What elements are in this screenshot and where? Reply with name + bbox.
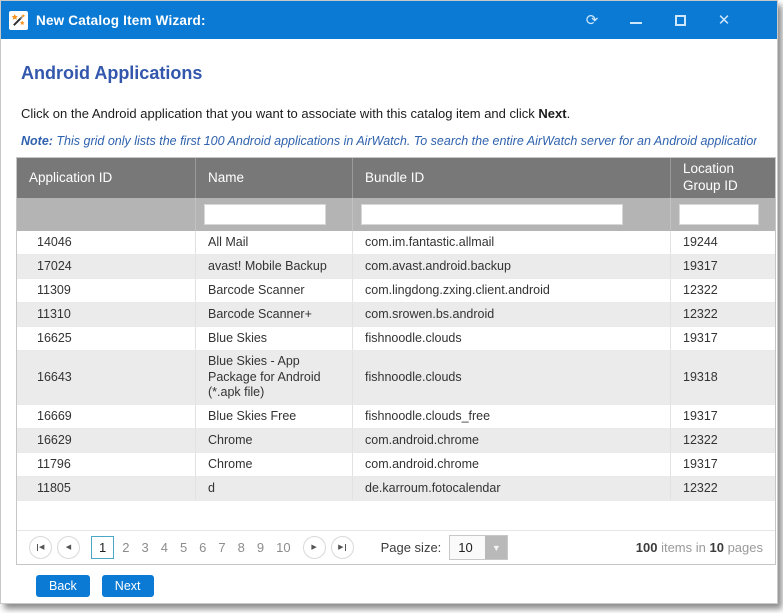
cell-application-id: 11805	[17, 477, 195, 500]
note-text: Note: This grid only lists the first 100…	[21, 134, 757, 148]
next-page-button[interactable]: ▶	[303, 536, 326, 559]
page-number-2[interactable]: 2	[116, 537, 135, 558]
page-size-dropdown[interactable]: 10 ▼	[449, 535, 508, 560]
grid-empty-space	[17, 501, 775, 530]
name-filter-input[interactable]	[204, 204, 326, 225]
refresh-icon[interactable]: ⟳	[583, 11, 601, 29]
grid-filter-row	[17, 198, 775, 231]
column-header-location-group-id[interactable]: Location Group ID	[670, 158, 775, 198]
cell-name: Chrome	[195, 429, 352, 452]
cell-location-group-id: 19317	[670, 327, 775, 350]
previous-page-button[interactable]: ◀	[57, 536, 80, 559]
cell-bundle-id: fishnoodle.clouds_free	[352, 405, 670, 428]
cell-application-id: 16643	[17, 351, 195, 404]
cell-name: All Mail	[195, 231, 352, 254]
cell-application-id: 14046	[17, 231, 195, 254]
wizard-window: New Catalog Item Wizard: ⟳ ✕ Android App…	[0, 0, 778, 604]
cell-name: Blue Skies - App Package for Android (*.…	[195, 351, 352, 404]
cell-location-group-id: 19317	[670, 453, 775, 476]
column-header-name[interactable]: Name	[195, 158, 352, 198]
table-row[interactable]: 16625 Blue Skies fishnoodle.clouds 19317	[17, 327, 775, 351]
bundle-id-filter-input[interactable]	[361, 204, 623, 225]
pager-summary: 100 items in 10 pages	[636, 540, 763, 555]
cell-location-group-id: 12322	[670, 477, 775, 500]
location-group-id-filter-input[interactable]	[679, 204, 759, 225]
back-button[interactable]: Back	[36, 575, 90, 597]
cell-name: d	[195, 477, 352, 500]
table-row[interactable]: 11796 Chrome com.android.chrome 19317	[17, 453, 775, 477]
page-number-6[interactable]: 6	[193, 537, 212, 558]
table-row[interactable]: 11805 d de.karroum.fotocalendar 12322	[17, 477, 775, 501]
page-number-3[interactable]: 3	[135, 537, 154, 558]
close-icon[interactable]: ✕	[715, 11, 733, 29]
last-page-button[interactable]: ▶	[331, 536, 354, 559]
grid-header-row: Application ID Name Bundle ID Location G…	[17, 158, 775, 198]
cell-application-id: 16669	[17, 405, 195, 428]
cell-bundle-id: fishnoodle.clouds	[352, 351, 670, 404]
cell-name: Blue Skies Free	[195, 405, 352, 428]
chevron-down-icon[interactable]: ▼	[485, 536, 507, 559]
page-number-4[interactable]: 4	[155, 537, 174, 558]
table-row[interactable]: 16629 Chrome com.android.chrome 12322	[17, 429, 775, 453]
cell-bundle-id: com.srowen.bs.android	[352, 303, 670, 326]
table-row[interactable]: 16669 Blue Skies Free fishnoodle.clouds_…	[17, 405, 775, 429]
cell-application-id: 11796	[17, 453, 195, 476]
page-size-label: Page size:	[381, 540, 442, 555]
cell-location-group-id: 12322	[670, 429, 775, 452]
page-number-list: 1 2 3 4 5 6 7 8 9 10	[91, 536, 297, 559]
cell-application-id: 11310	[17, 303, 195, 326]
maximize-icon[interactable]	[671, 11, 689, 29]
cell-name: avast! Mobile Backup	[195, 255, 352, 278]
cell-name: Chrome	[195, 453, 352, 476]
page-number-1[interactable]: 1	[91, 536, 114, 559]
applications-grid: Application ID Name Bundle ID Location G…	[16, 157, 776, 565]
cell-bundle-id: fishnoodle.clouds	[352, 327, 670, 350]
column-header-bundle-id[interactable]: Bundle ID	[352, 158, 670, 198]
table-row[interactable]: 11309 Barcode Scanner com.lingdong.zxing…	[17, 279, 775, 303]
cell-bundle-id: com.avast.android.backup	[352, 255, 670, 278]
cell-location-group-id: 12322	[670, 279, 775, 302]
instruction-text: Click on the Android application that yo…	[21, 106, 757, 121]
filter-cell-application-id	[17, 198, 195, 231]
cell-application-id: 11309	[17, 279, 195, 302]
window-title: New Catalog Item Wizard:	[36, 13, 583, 28]
page-number-7[interactable]: 7	[212, 537, 231, 558]
grid-pager: ◀ ◀ 1 2 3 4 5 6 7 8 9 10 ▶ ▶ Page size:	[17, 530, 775, 564]
cell-bundle-id: com.android.chrome	[352, 453, 670, 476]
next-button[interactable]: Next	[102, 575, 154, 597]
cell-application-id: 17024	[17, 255, 195, 278]
page-number-8[interactable]: 8	[232, 537, 251, 558]
cell-location-group-id: 19318	[670, 351, 775, 404]
cell-name: Barcode Scanner	[195, 279, 352, 302]
cell-location-group-id: 19244	[670, 231, 775, 254]
instruction-next-keyword: Next	[538, 106, 566, 121]
cell-bundle-id: com.lingdong.zxing.client.android	[352, 279, 670, 302]
wizard-footer: Back Next	[36, 575, 762, 597]
cell-bundle-id: com.im.fantastic.allmail	[352, 231, 670, 254]
wizard-wand-icon	[9, 11, 28, 30]
table-row[interactable]: 11310 Barcode Scanner+ com.srowen.bs.and…	[17, 303, 775, 327]
cell-location-group-id: 19317	[670, 255, 775, 278]
table-row[interactable]: 14046 All Mail com.im.fantastic.allmail …	[17, 231, 775, 255]
table-row[interactable]: 16643 Blue Skies - App Package for Andro…	[17, 351, 775, 405]
title-bar: New Catalog Item Wizard: ⟳ ✕	[1, 1, 777, 39]
first-page-button[interactable]: ◀	[29, 536, 52, 559]
cell-bundle-id: de.karroum.fotocalendar	[352, 477, 670, 500]
page-number-5[interactable]: 5	[174, 537, 193, 558]
cell-application-id: 16629	[17, 429, 195, 452]
table-row[interactable]: 17024 avast! Mobile Backup com.avast.and…	[17, 255, 775, 279]
column-header-application-id[interactable]: Application ID	[17, 158, 195, 198]
cell-location-group-id: 12322	[670, 303, 775, 326]
page-title: Android Applications	[21, 63, 757, 84]
page-number-9[interactable]: 9	[251, 537, 270, 558]
cell-bundle-id: com.android.chrome	[352, 429, 670, 452]
page-size-value: 10	[450, 536, 485, 559]
cell-application-id: 16625	[17, 327, 195, 350]
cell-location-group-id: 19317	[670, 405, 775, 428]
cell-name: Barcode Scanner+	[195, 303, 352, 326]
page-number-10[interactable]: 10	[270, 537, 296, 558]
cell-name: Blue Skies	[195, 327, 352, 350]
minimize-icon[interactable]	[627, 11, 645, 29]
